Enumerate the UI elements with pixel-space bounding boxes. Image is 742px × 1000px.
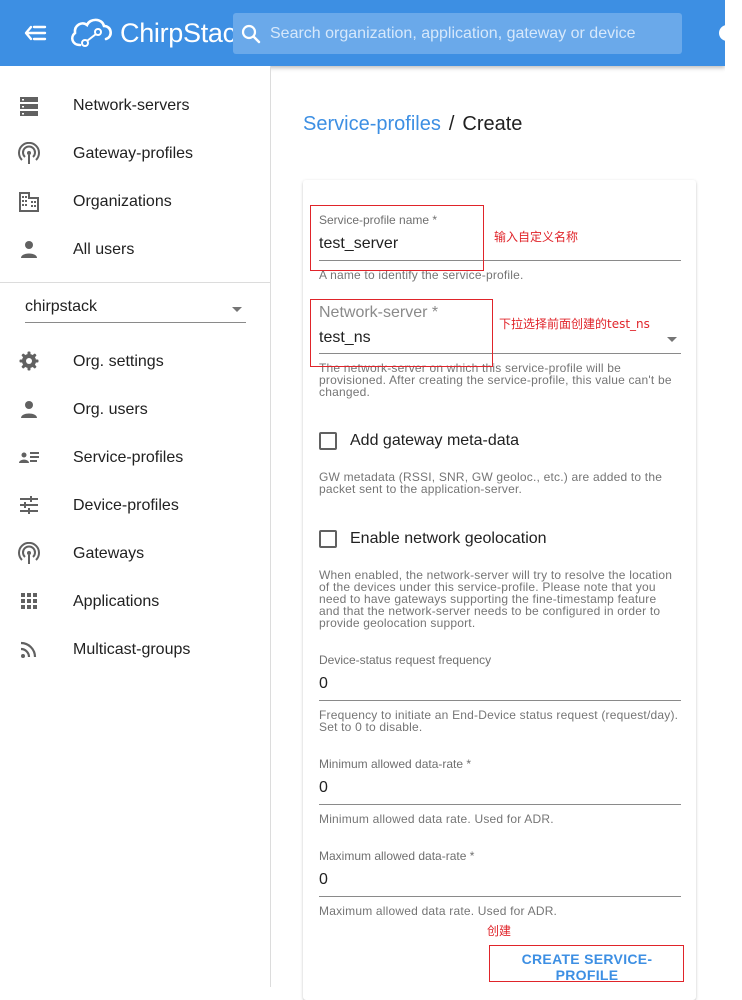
annotation-ns-note: 下拉选择前面创建的test_ns [499,317,650,331]
logo-text: ChirpStack [120,17,250,48]
person-icon [18,238,42,262]
network-geolocation-label: Enable network geolocation [350,530,547,547]
network-geolocation-helper-text: When enabled, the network-server will tr… [319,568,673,630]
dev-status-freq-helper-text: Frequency to initiate an End-Device stat… [319,708,679,734]
max-dr-helper-text: Maximum allowed data rate. Used for ADR. [319,904,558,918]
chevron-down-icon [667,337,677,342]
sidebar-item-organizations[interactable]: Organizations [0,178,270,226]
annotation-box-create [489,945,684,982]
dev-status-freq-input[interactable] [319,672,681,696]
gear-icon [18,350,42,374]
radio-tower-icon [18,141,42,166]
sidebar-item-device-profiles[interactable]: Device-profiles [0,482,270,530]
cloud-logo-icon [70,18,112,47]
collapse-menu-icon[interactable] [22,21,50,45]
annotation-box-network-server [310,299,493,367]
min-dr-input[interactable] [319,776,681,800]
dev-status-freq-field[interactable] [319,672,681,701]
building-icon [18,190,42,214]
network-geolocation-checkbox-row[interactable]: Enable network geolocation [319,527,547,551]
account-list-icon [18,446,42,470]
sidebar-item-multicast-groups[interactable]: Multicast-groups [0,626,270,674]
add-gateway-metadata-checkbox-row[interactable]: Add gateway meta-data [319,429,519,453]
sidebar-item-applications[interactable]: Applications [0,578,270,626]
min-dr-field[interactable] [319,776,681,805]
rss-feed-icon [18,638,42,662]
right-edge [725,0,742,987]
max-dr-label: Maximum allowed data-rate * [319,849,475,863]
chirpstack-logo[interactable]: ChirpStack [68,14,249,52]
sidebar-item-network-servers[interactable]: Network-servers [0,82,270,130]
annotation-name-note: 输入自定义名称 [494,230,579,244]
sidebar-item-label: Gateways [73,545,145,562]
sidebar-item-label: Device-profiles [73,497,179,514]
min-dr-helper-text: Minimum allowed data rate. Used for ADR. [319,812,554,826]
breadcrumb-link-service-profiles[interactable]: Service-profiles [303,113,441,135]
min-dr-label: Minimum allowed data-rate * [319,757,472,771]
search-icon [240,23,262,45]
sidebar-item-service-profiles[interactable]: Service-profiles [0,434,270,482]
add-gateway-metadata-checkbox[interactable] [319,432,337,450]
sidebar-item-gateways[interactable]: Gateways [0,530,270,578]
sidebar-item-org-settings[interactable]: Org. settings [0,338,270,386]
breadcrumb-separator: / [448,113,455,135]
annotation-box-name [310,205,484,271]
sidebar-item-org-users[interactable]: Org. users [0,386,270,434]
annotation-create-note: 创建 [487,924,512,938]
breadcrumb: Service-profiles / Create [303,113,522,136]
sidebar-item-label: Multicast-groups [73,641,191,658]
organization-select-value: chirpstack [25,298,98,315]
sidebar-item-label: Org. users [73,401,148,418]
sidebar-divider [0,282,270,283]
dev-status-freq-label: Device-status request frequency [319,653,492,667]
sidebar-item-label: Service-profiles [73,449,184,466]
max-dr-input[interactable] [319,868,681,892]
apps-grid-icon [18,590,42,614]
search-bar[interactable] [233,13,682,54]
radio-tower-icon [18,541,42,566]
sidebar-item-label: Network-servers [73,97,190,114]
add-gateway-metadata-helper-text: GW metadata (RSSI, SNR, GW geoloc., etc.… [319,470,663,496]
sidebar-item-label: All users [73,241,135,258]
chevron-down-icon [232,307,242,312]
server-icon [18,94,42,118]
sidebar-item-label: Applications [73,593,160,610]
search-input[interactable] [270,24,670,43]
sidebar-item-label: Gateway-profiles [73,145,194,162]
person-icon [18,398,42,422]
sidebar: Network-servers Gateway-profiles Organiz [0,66,271,987]
sidebar-item-label: Org. settings [73,353,164,370]
sidebar-item-label: Organizations [73,193,172,210]
page-title: Create [462,113,523,135]
app-bar: ChirpStack [0,0,733,66]
add-gateway-metadata-label: Add gateway meta-data [350,432,519,449]
network-server-helper-text: The network-server on which this service… [319,361,672,399]
sidebar-item-gateway-profiles[interactable]: Gateway-profiles [0,130,270,178]
tune-icon [18,494,42,518]
sidebar-item-all-users[interactable]: All users [0,226,270,274]
max-dr-field[interactable] [319,868,681,897]
network-geolocation-checkbox[interactable] [319,530,337,548]
organization-select[interactable]: chirpstack [25,292,246,323]
